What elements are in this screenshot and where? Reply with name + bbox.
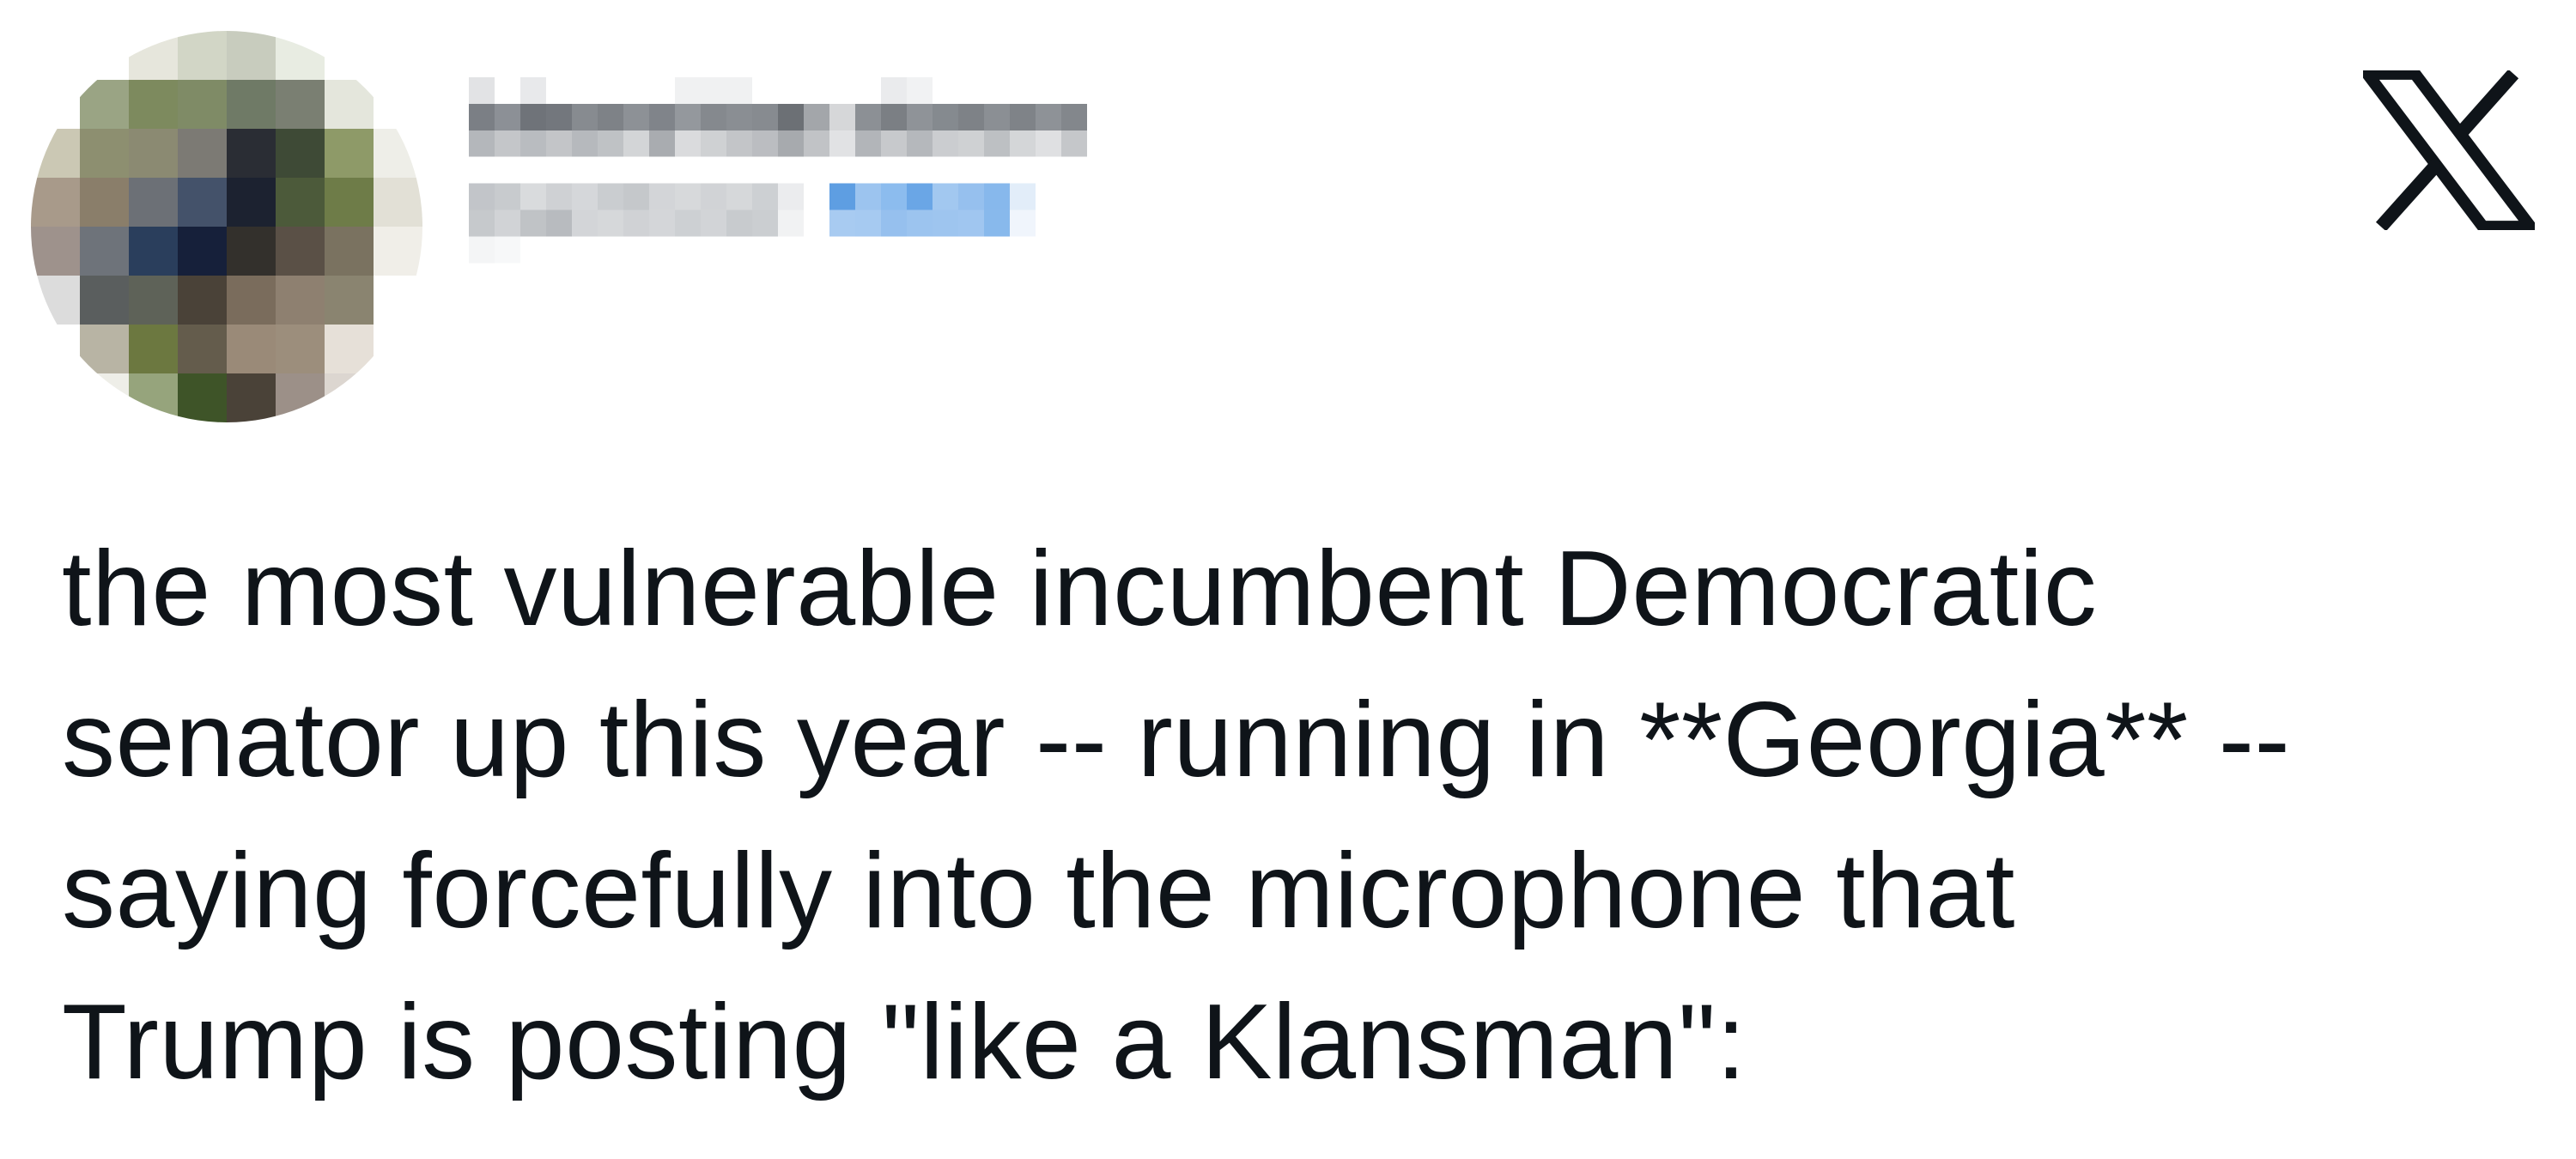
post-text: the most vulnerable incumbent Democratic… [62,530,2291,1101]
avatar[interactable] [31,31,422,422]
redacted-name-handle [469,77,1087,264]
avatar-image [31,31,422,422]
x-logo-icon[interactable] [2363,70,2535,230]
author-info-redacted[interactable] [469,77,1705,369]
x-logo-glyph [2363,70,2535,230]
post-card: the most vulnerable incumbent Democratic… [0,0,2576,1159]
